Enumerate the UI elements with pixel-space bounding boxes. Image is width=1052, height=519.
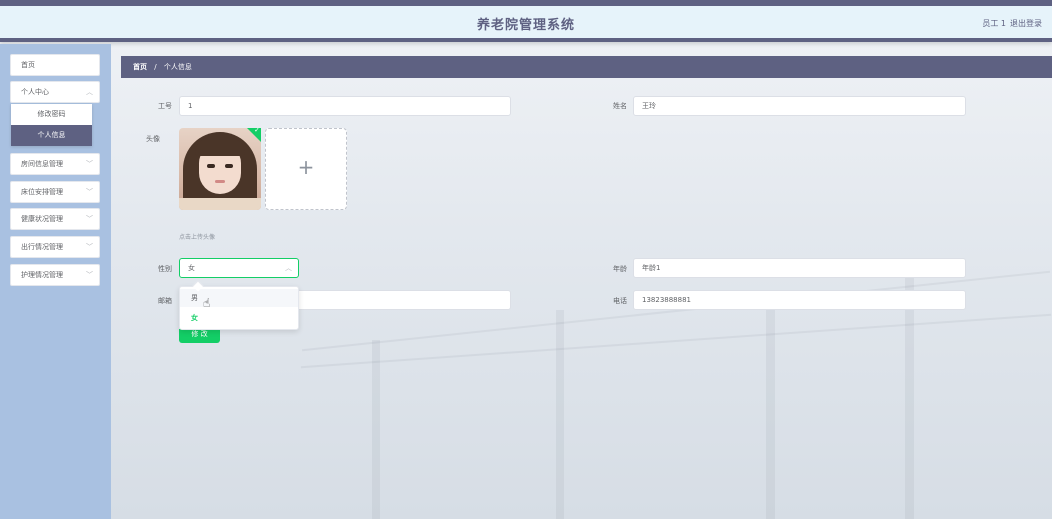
sidebar-item-bed-management[interactable]: 床位安排管理 ﹀ [10, 181, 100, 203]
submenu-item-change-password[interactable]: 修改密码 [11, 104, 92, 125]
personal-center-submenu: 修改密码 个人信息 [11, 104, 92, 146]
gender-dropdown: 男 女 [179, 280, 299, 330]
sidebar-item-label: 出行情况管理 [21, 243, 63, 251]
age-label: 年龄 [613, 265, 627, 273]
top-header: 养老院管理系统 员工 1 退出登录 [0, 0, 1052, 42]
sidebar-item-label: 个人中心 [21, 88, 49, 96]
current-user: 员工 1 [982, 19, 1006, 28]
name-field[interactable]: 王玲 [633, 96, 966, 116]
phone-field[interactable]: 13823888881 [633, 290, 966, 310]
breadcrumb-home[interactable]: 首页 [133, 63, 147, 71]
sidebar-item-travel-management[interactable]: 出行情况管理 ﹀ [10, 236, 100, 258]
age-field[interactable]: 年龄1 [633, 258, 966, 278]
gender-label: 性别 [158, 265, 172, 273]
avatar-image[interactable] [179, 128, 261, 210]
gender-option-female[interactable]: 女 [180, 309, 298, 327]
sidebar-item-nursing-management[interactable]: 护理情况管理 ﹀ [10, 264, 100, 286]
gender-select-value: 女 [188, 264, 195, 272]
chevron-down-icon: ﹀ [86, 160, 93, 168]
sidebar-item-label: 床位安排管理 [21, 188, 63, 196]
sidebar-item-home[interactable]: 首页 [10, 54, 100, 76]
sidebar-item-personal-center[interactable]: 个人中心 ︿ [10, 81, 100, 103]
sidebar-item-label: 护理情况管理 [21, 271, 63, 279]
name-label: 姓名 [613, 102, 627, 110]
breadcrumb-separator: / [154, 63, 157, 71]
logout-link[interactable]: 退出登录 [1010, 18, 1042, 29]
avatar-label: 头像 [146, 135, 160, 143]
chevron-up-icon: ︿ [285, 264, 292, 272]
submit-button[interactable]: 修 改 [179, 329, 220, 343]
breadcrumb: 首页 / 个人信息 [121, 56, 1052, 78]
submenu-item-personal-info[interactable]: 个人信息 [11, 125, 92, 146]
avatar-upload-button[interactable]: + [265, 128, 347, 210]
sidebar-item-label: 房间信息管理 [21, 160, 63, 168]
employee-no-field[interactable]: 1 [179, 96, 511, 116]
avatar-upload-hint: 点击上传头像 [179, 234, 216, 241]
chevron-down-icon: ﹀ [86, 271, 93, 279]
hand-pointer-icon: ☝ [203, 296, 211, 310]
employee-no-label: 工号 [158, 102, 172, 110]
email-label: 邮箱 [158, 297, 172, 305]
app-title: 养老院管理系统 [476, 18, 575, 33]
chevron-up-icon: ︿ [86, 88, 93, 96]
chevron-down-icon: ﹀ [86, 188, 93, 196]
chevron-down-icon: ﹀ [86, 243, 93, 251]
breadcrumb-current: 个人信息 [163, 63, 192, 71]
sidebar-item-label: 健康状况管理 [21, 215, 63, 223]
sidebar-item-health-management[interactable]: 健康状况管理 ﹀ [10, 208, 100, 230]
plus-icon: + [297, 155, 315, 179]
sidebar-item-label: 首页 [21, 61, 35, 69]
chevron-down-icon: ﹀ [86, 215, 93, 223]
gender-select[interactable]: 女 ︿ [179, 258, 299, 278]
phone-label: 电话 [613, 297, 627, 305]
sidebar-item-room-management[interactable]: 房间信息管理 ﹀ [10, 153, 100, 175]
